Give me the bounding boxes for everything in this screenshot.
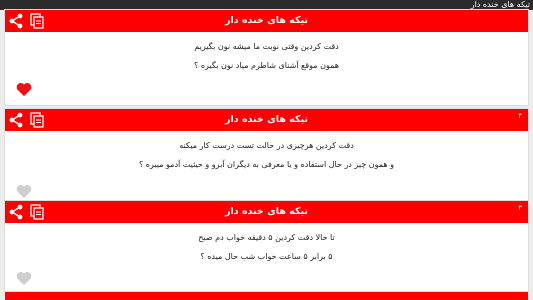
next-card-header [5,292,528,300]
joke-card: تیکه های خنده دار دقت کردین وقتی نوبت ما… [5,10,528,105]
card-header: تیکه های خنده دار [5,201,528,223]
joke-line: دقت کردین هرچیزی در حالت تست درست کار می… [179,141,354,150]
joke-line: همون موقع آشنای شاطرم میاد نون بگیره ؟ [194,61,339,70]
card-text: تا حالا دقت کردین ۵ دقیقه خواب دم صبح ۵ … [5,223,528,266]
joke-line: و همون چیز در حال استفاده و یا معرفی به … [139,160,394,169]
copy-icon[interactable] [29,112,45,128]
share-icon[interactable] [8,204,24,220]
card-text: دقت کردین وقتی نوبت ما میشه نون بگیریم ه… [5,32,528,75]
joke-line: دقت کردین وقتی نوبت ما میشه نون بگیریم [194,42,339,51]
joke-line: تا حالا دقت کردین ۵ دقیقه خواب دم صبح [198,233,335,242]
window-title: تیکه های خنده دار [0,0,533,10]
heart-icon[interactable] [16,271,32,286]
card-header: تیکه های خنده دار [5,10,528,32]
joke-card: تیکه های خنده دار ۴ دقت کردین هرچیزی در … [5,109,528,204]
card-number: ۴ [518,112,522,120]
share-icon[interactable] [8,112,24,128]
share-icon[interactable] [8,13,24,29]
joke-line: ۵ برابر ۵ ساعت خواب شب حال میده ؟ [200,252,333,261]
copy-icon[interactable] [29,204,45,220]
copy-icon[interactable] [29,13,45,29]
card-text: دقت کردین هرچیزی در حالت تست درست کار می… [5,131,528,174]
card-header: تیکه های خنده دار [5,109,528,131]
card-title: تیکه های خنده دار [225,114,308,125]
heart-icon[interactable] [16,82,32,97]
card-title: تیکه های خنده دار [225,206,308,217]
heart-icon[interactable] [16,184,32,199]
joke-card: تیکه های خنده دار ۳ تا حالا دقت کردین ۵ … [5,201,528,291]
card-number: ۳ [518,204,522,212]
card-title: تیکه های خنده دار [225,15,308,26]
